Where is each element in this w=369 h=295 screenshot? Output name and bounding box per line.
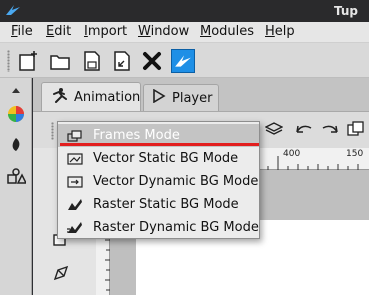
tab-animation-label: Animation [74,89,141,105]
menu-file[interactable]: File [11,24,33,39]
menu-window[interactable]: Window [138,24,189,39]
close-x-icon[interactable] [140,49,164,73]
side-tools [45,230,77,295]
menu-item-raster-static[interactable]: Raster Static BG Mode [58,193,259,216]
menu-item-label: Frames Mode [93,128,180,143]
export-document-icon[interactable] [110,49,134,73]
copy-frame-icon[interactable] [347,121,365,140]
selected-mode-underline [60,143,259,146]
layers-stack-icon[interactable] [264,122,284,139]
menu-item-label: Raster Static BG Mode [93,197,239,212]
modes-dropdown-menu: Frames Mode Vector Static BG Mode Vector… [57,121,260,239]
ruler-label-400: 400 [283,149,301,159]
color-palette-icon[interactable] [6,104,26,124]
tab-player-label: Player [172,90,213,106]
menu-modules[interactable]: Modules [200,24,254,39]
new-project-icon[interactable] [16,49,40,73]
toolbar-grip[interactable] [7,50,10,72]
left-side-panel [0,78,32,295]
tab-animation[interactable]: Animation [41,82,141,111]
tupi-app-icon[interactable] [171,49,195,73]
shapes-library-icon[interactable] [6,166,26,186]
raster-static-icon [66,197,84,213]
vector-static-icon [66,151,84,167]
tab-player[interactable]: Player [143,84,219,111]
save-document-icon[interactable] [80,49,104,73]
redo-arrow-icon[interactable] [321,122,339,139]
main-toolbar [0,43,369,78]
vector-dynamic-icon [66,174,84,190]
menu-item-vector-static[interactable]: Vector Static BG Mode [58,147,259,170]
menu-item-vector-dynamic[interactable]: Vector Dynamic BG Mode [58,170,259,193]
menu-item-label: Vector Dynamic BG Mode [93,174,259,189]
menu-item-raster-dynamic[interactable]: Raster Dynamic BG Mode [58,216,259,239]
inner-toolbar-grip[interactable] [51,122,54,140]
menu-item-label: Raster Dynamic BG Mode [93,220,259,235]
menu-edit[interactable]: Edit [46,24,71,39]
undo-arrow-icon[interactable] [295,122,313,139]
title-bar: Tup [0,0,369,22]
tupi-bird-icon [5,3,21,20]
menu-bar: File Edit Import Window Modules Help [0,22,369,43]
raster-dynamic-icon [66,220,84,236]
ruler-label-150: 150 [346,149,364,159]
menu-item-label: Vector Static BG Mode [93,151,239,166]
open-folder-icon[interactable] [48,49,72,73]
brush-ink-icon[interactable] [6,135,26,155]
menu-help[interactable]: Help [265,24,295,39]
window-title: Tup [334,4,358,18]
pen-tool-icon[interactable] [52,264,70,285]
play-triangle-icon [152,88,166,107]
tab-bar: Animation Player [33,78,369,111]
menu-import[interactable]: Import [84,24,127,39]
running-figure-icon [50,87,68,107]
collapse-up-icon[interactable] [6,84,26,96]
frames-mode-icon [66,128,84,144]
